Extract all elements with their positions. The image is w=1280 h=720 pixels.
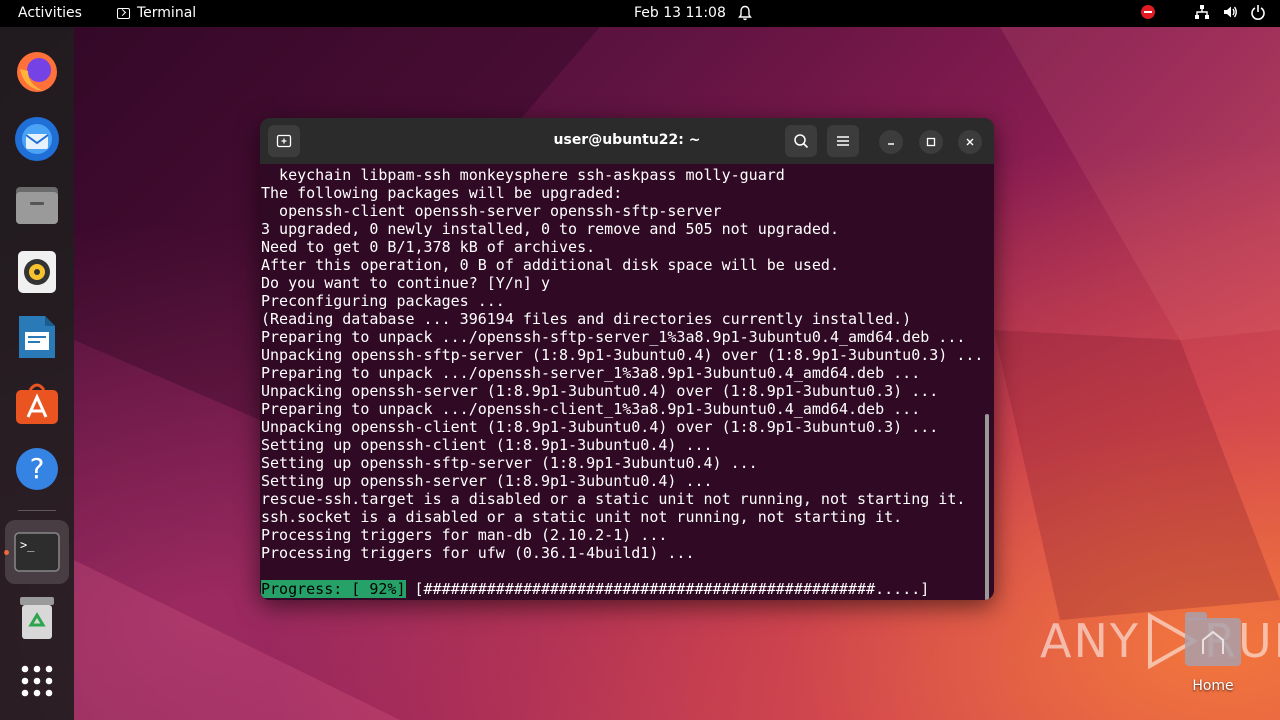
- terminal-line: ssh.socket is a disabled or a static uni…: [261, 508, 903, 526]
- app-menu-label: Terminal: [137, 5, 197, 21]
- terminal-line: Setting up openssh-server (1:8.9p1-3ubun…: [261, 472, 713, 490]
- writer-icon: [19, 316, 55, 358]
- terminal-line: Processing triggers for ufw (0.36.1-4bui…: [261, 544, 695, 562]
- terminal-line: rescue-ssh.target is a disabled or a sta…: [261, 490, 966, 508]
- svg-text:?: ?: [30, 452, 45, 485]
- clock[interactable]: Feb 13 11:08: [634, 5, 726, 21]
- progress-bar-text: [#######################################…: [405, 580, 930, 598]
- dock-item-firefox[interactable]: [12, 47, 62, 97]
- terminal-line: Do you want to continue? [Y/n] y: [261, 274, 550, 292]
- home-glyph-icon: [1202, 630, 1224, 654]
- terminal-line: Preconfiguring packages ...: [261, 292, 505, 310]
- search-icon: [794, 134, 809, 149]
- trash-icon: [20, 597, 54, 639]
- dock-item-thunderbird[interactable]: [12, 114, 62, 164]
- dock: ? >_: [0, 27, 74, 720]
- terminal-line: Processing triggers for man-db (2.10.2-1…: [261, 526, 668, 544]
- dock-item-rhythmbox[interactable]: [12, 247, 62, 297]
- power-icon[interactable]: [1250, 4, 1266, 20]
- hamburger-menu-icon: [837, 136, 849, 146]
- terminal-line: Preparing to unpack .../openssh-server_1…: [261, 364, 921, 382]
- files-icon: [16, 187, 58, 224]
- progress-line: Progress: [ 92%] [######################…: [261, 580, 929, 598]
- terminal-line: Unpacking openssh-sftp-server (1:8.9p1-3…: [261, 346, 984, 364]
- volume-icon[interactable]: [1222, 4, 1238, 20]
- terminal-line: Unpacking openssh-server (1:8.9p1-3ubunt…: [261, 382, 939, 400]
- terminal-app-icon: [117, 7, 130, 19]
- terminal-line: Preparing to unpack .../openssh-sftp-ser…: [261, 328, 966, 346]
- dock-item-terminal[interactable]: >_: [5, 520, 69, 584]
- dock-item-trash[interactable]: [12, 593, 62, 643]
- dock-item-help[interactable]: ?: [12, 444, 62, 494]
- terminal-line: Setting up openssh-sftp-server (1:8.9p1-…: [261, 454, 758, 472]
- terminal-line: 3 upgraded, 0 newly installed, 0 to remo…: [261, 220, 839, 238]
- terminal-line: (Reading database ... 396194 files and d…: [261, 310, 912, 328]
- search-button[interactable]: [785, 125, 817, 157]
- home-folder-label[interactable]: Home: [1178, 678, 1248, 694]
- terminal-line: Preparing to unpack .../openssh-client_1…: [261, 400, 921, 418]
- do-not-disturb-icon[interactable]: [1140, 4, 1156, 20]
- bell-icon[interactable]: [738, 5, 752, 21]
- dock-item-libreoffice-writer[interactable]: [12, 312, 62, 362]
- menu-button[interactable]: [827, 125, 859, 157]
- dock-item-ubuntu-software[interactable]: [12, 379, 62, 429]
- dock-separator: [18, 510, 56, 511]
- app-grid-icon: [21, 665, 53, 697]
- folder-tab: [1185, 612, 1207, 620]
- watermark-text-left: ANY: [1040, 614, 1140, 668]
- terminal-line: Need to get 0 B/1,378 kB of archives.: [261, 238, 596, 256]
- window-titlebar[interactable]: user@ubuntu22: ~: [260, 118, 994, 164]
- activities-button[interactable]: Activities: [18, 5, 82, 21]
- help-icon: ?: [16, 448, 58, 490]
- dock-item-show-applications[interactable]: [12, 656, 62, 706]
- software-icon: [16, 383, 58, 424]
- terminal-output[interactable]: keychain libpam-ssh monkeysphere ssh-ask…: [260, 164, 994, 600]
- terminal-line: After this operation, 0 B of additional …: [261, 256, 839, 274]
- terminal-line: The following packages will be upgraded:: [261, 184, 623, 202]
- rhythmbox-icon: [18, 251, 56, 293]
- maximize-icon: [926, 137, 936, 147]
- dock-item-files[interactable]: [12, 180, 62, 230]
- terminal-scrollbar[interactable]: [985, 414, 989, 600]
- network-icon[interactable]: [1194, 4, 1210, 20]
- firefox-icon: [17, 52, 57, 92]
- close-icon: [966, 138, 974, 146]
- thunderbird-icon: [15, 117, 59, 161]
- minimize-icon: [888, 143, 894, 145]
- terminal-line: openssh-client openssh-server openssh-sf…: [261, 202, 722, 220]
- terminal-window[interactable]: user@ubuntu22: ~ keychain libpam-ssh mon…: [260, 118, 994, 600]
- progress-label: Progress: [ 92%]: [261, 580, 406, 598]
- minimize-button[interactable]: [879, 130, 903, 154]
- maximize-button[interactable]: [919, 130, 943, 154]
- terminal-icon: >_: [14, 532, 60, 572]
- top-bar: Activities Terminal Feb 13 11:08: [0, 0, 1280, 27]
- home-folder-icon[interactable]: [1185, 612, 1241, 666]
- terminal-lines: keychain libpam-ssh monkeysphere ssh-ask…: [261, 166, 983, 580]
- svg-text:>_: >_: [20, 538, 35, 552]
- terminal-line: Setting up openssh-client (1:8.9p1-3ubun…: [261, 436, 713, 454]
- app-menu[interactable]: Terminal: [117, 5, 196, 21]
- terminal-line: keychain libpam-ssh monkeysphere ssh-ask…: [261, 166, 785, 184]
- anyrun-watermark: ANY RUN: [1040, 612, 1280, 670]
- system-tray[interactable]: [1140, 4, 1266, 20]
- terminal-line: Unpacking openssh-client (1:8.9p1-3ubunt…: [261, 418, 939, 436]
- close-button[interactable]: [958, 130, 982, 154]
